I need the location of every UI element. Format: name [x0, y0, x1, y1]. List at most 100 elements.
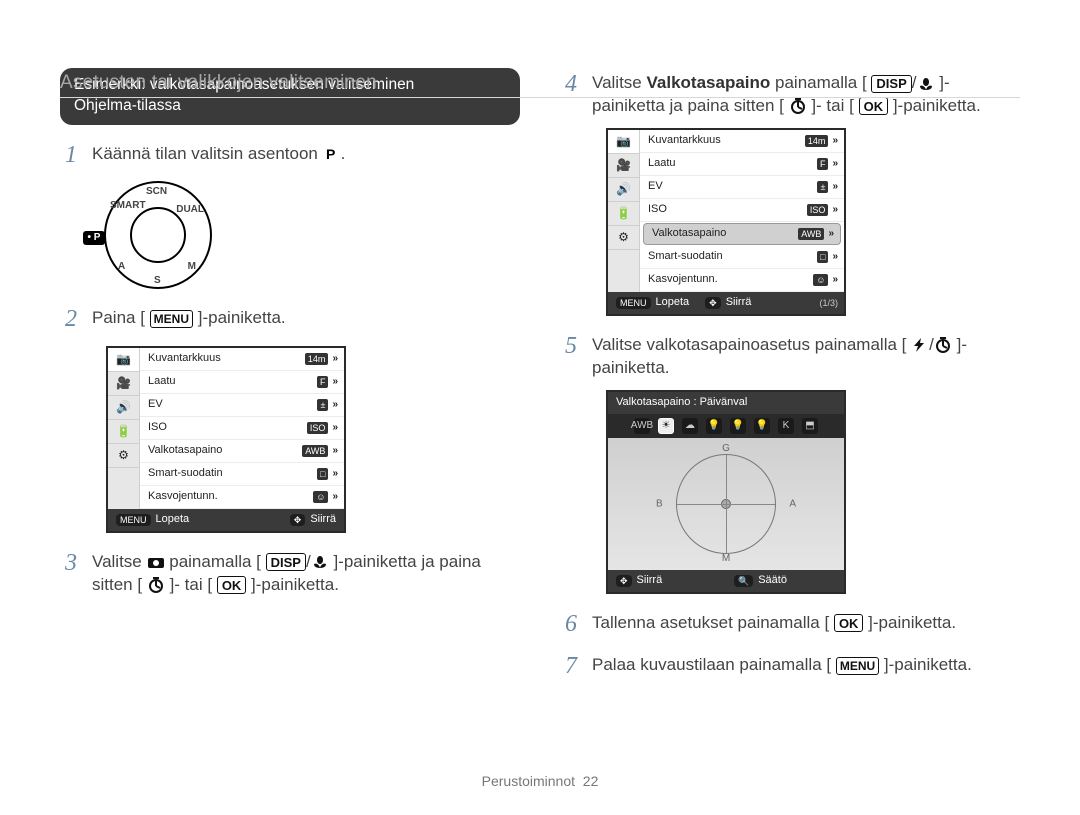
step1-pre: Käännä tilan valitsin asentoon — [92, 144, 323, 163]
wb-bulb1-icon: 💡 — [706, 418, 722, 434]
step3-f: ]-painiketta. — [251, 575, 339, 594]
step-3: 3 Valitse painamalla [ DISP/ ]-painikett… — [60, 547, 520, 597]
list-item: ISOISO» — [140, 417, 344, 440]
timer-icon — [789, 98, 807, 114]
lcd1-tabs: 📷 🎥 🔊 🔋 ⚙ — [108, 348, 140, 509]
wb-sun-icon: ☀ — [658, 418, 674, 434]
list-item: Kuvantarkkuus14m» — [640, 130, 844, 153]
menu-pill-icon: MENU — [616, 297, 651, 309]
row-label: Smart-suodatin — [648, 249, 723, 264]
wb-axis-a: A — [789, 497, 796, 511]
step1-post: . — [341, 144, 346, 163]
wb-custom-icon: ⬒ — [802, 418, 818, 434]
step4-bold: Valkotasapaino — [647, 73, 771, 92]
step7-b: ]-painiketta. — [884, 655, 972, 674]
lcd2-list: Kuvantarkkuus14m» LaatuF» EV±» ISOISO» V… — [640, 130, 844, 292]
list-item: EV ± » — [140, 394, 344, 417]
row-label: Kasvojentunn. — [148, 489, 218, 504]
chevron-right-icon: » — [832, 203, 838, 217]
chevron-right-icon: » — [332, 444, 338, 458]
row-value: ISO — [307, 422, 329, 434]
row-label: Kuvantarkkuus — [148, 351, 221, 366]
list-item: ISOISO» — [640, 199, 844, 222]
mode-dial: • P SCN DUAL M S A SMART — [104, 181, 212, 289]
wb-foot-left: Siirrä — [637, 573, 663, 588]
wb-crosshair — [676, 454, 776, 554]
disp-label: DISP — [266, 553, 306, 571]
list-item: Kuvantarkkuus14m» — [140, 348, 344, 371]
disp-label: DISP — [871, 75, 911, 93]
timer-icon — [147, 577, 165, 593]
flash-icon — [911, 337, 929, 353]
step-3-body: Valitse painamalla [ DISP/ ]-painiketta … — [92, 547, 520, 597]
wb-strip: AWB ☀ ☁ 💡 💡 💡 K ⬒ — [608, 414, 844, 438]
list-item: EV±» — [640, 176, 844, 199]
dial-inner — [130, 207, 186, 263]
chevron-right-icon: » — [828, 227, 834, 241]
step7-a: Palaa kuvaustilaan painamalla [ — [592, 655, 831, 674]
chevron-right-icon: » — [832, 157, 838, 171]
tab-gear-icon: ⚙ — [608, 226, 639, 250]
step-4-num: 4 — [560, 68, 582, 100]
menu-label: MENU — [836, 657, 879, 675]
step2-pre: Paina [ — [92, 308, 145, 327]
lcd2-footer: MENULopeta ✥Siirrä (1/3) — [608, 292, 844, 314]
tab-camera-icon: 📷 — [608, 130, 639, 154]
step-4-body: Valitse Valkotasapaino painamalla [ DISP… — [592, 68, 1020, 118]
tab-camera-icon: 📷 — [108, 348, 139, 372]
list-item: LaatuF» — [140, 371, 344, 394]
macro-flower-icon — [917, 76, 935, 92]
step-6-body: Tallenna asetukset painamalla [ OK ]-pai… — [592, 608, 1020, 635]
lcd-menu-2: 📷 🎥 🔊 🔋 ⚙ Kuvantarkkuus14m» LaatuF» EV±»… — [606, 128, 846, 316]
wb-cloud-icon: ☁ — [682, 418, 698, 434]
wb-axis-b: B — [656, 497, 663, 511]
step-6: 6 Tallenna asetukset painamalla [ OK ]-p… — [560, 608, 1020, 640]
joystick-icon: ✥ — [616, 575, 632, 587]
page-title: Asetusten tai valikkojen valitseminen — [60, 70, 377, 96]
wb-title: Valkotasapaino : Päivänval — [608, 392, 844, 414]
chevron-right-icon: » — [332, 421, 338, 435]
left-column: Esimerkki: valkotasapainoasetuksen valit… — [60, 60, 520, 693]
example-line2: Ohjelma-tilassa — [74, 96, 506, 117]
list-item: LaatuF» — [640, 153, 844, 176]
step3-e: ]- tai [ — [170, 575, 213, 594]
row-value: F — [317, 376, 329, 388]
step-1-num: 1 — [60, 139, 82, 171]
row-label: Smart-suodatin — [148, 466, 223, 481]
pager: (1/3) — [819, 297, 844, 309]
ok-label: OK — [217, 576, 247, 594]
wb-foot-right: Säätö — [758, 573, 787, 588]
page-footer: Perustoiminnot 22 — [0, 772, 1080, 791]
tab-sound-icon: 🔊 — [608, 178, 639, 202]
row-value: ± — [317, 399, 328, 411]
wb-k-icon: K — [778, 418, 794, 434]
tab-gear-icon: ⚙ — [108, 444, 139, 468]
step6-a: Tallenna asetukset painamalla [ — [592, 613, 829, 632]
list-item: Smart-suodatin □ » — [140, 463, 344, 486]
step-7: 7 Palaa kuvaustilaan painamalla [ MENU ]… — [560, 650, 1020, 682]
footer-left-label: Lopeta — [656, 295, 690, 310]
ok-label: OK — [859, 97, 889, 115]
chevron-right-icon: » — [832, 134, 838, 148]
row-value: □ — [817, 251, 828, 263]
step-5-num: 5 — [560, 330, 582, 362]
wb-bulb2-icon: 💡 — [730, 418, 746, 434]
right-column: 4 Valitse Valkotasapaino painamalla [ DI… — [560, 60, 1020, 693]
row-value: ISO — [807, 204, 829, 216]
footer-left-label: Lopeta — [156, 512, 190, 527]
list-item-selected: ValkotasapainoAWB» — [643, 223, 841, 245]
step-1: 1 Käännä tilan valitsin asentoon P . — [60, 139, 520, 171]
row-value: □ — [317, 468, 328, 480]
row-label: EV — [148, 397, 163, 412]
chevron-right-icon: » — [332, 467, 338, 481]
row-label: Laatu — [648, 156, 676, 171]
chevron-right-icon: » — [332, 398, 338, 412]
step-7-num: 7 — [560, 650, 582, 682]
step-2: 2 Paina [ MENU ]-painiketta. — [60, 303, 520, 335]
chevron-right-icon: » — [832, 273, 838, 287]
chevron-right-icon: » — [332, 352, 338, 366]
p-mode-icon: P — [323, 146, 341, 162]
chevron-right-icon: » — [332, 490, 338, 504]
footer-page-num: 22 — [583, 773, 599, 789]
list-item: Kasvojentunn.☺» — [140, 486, 344, 509]
